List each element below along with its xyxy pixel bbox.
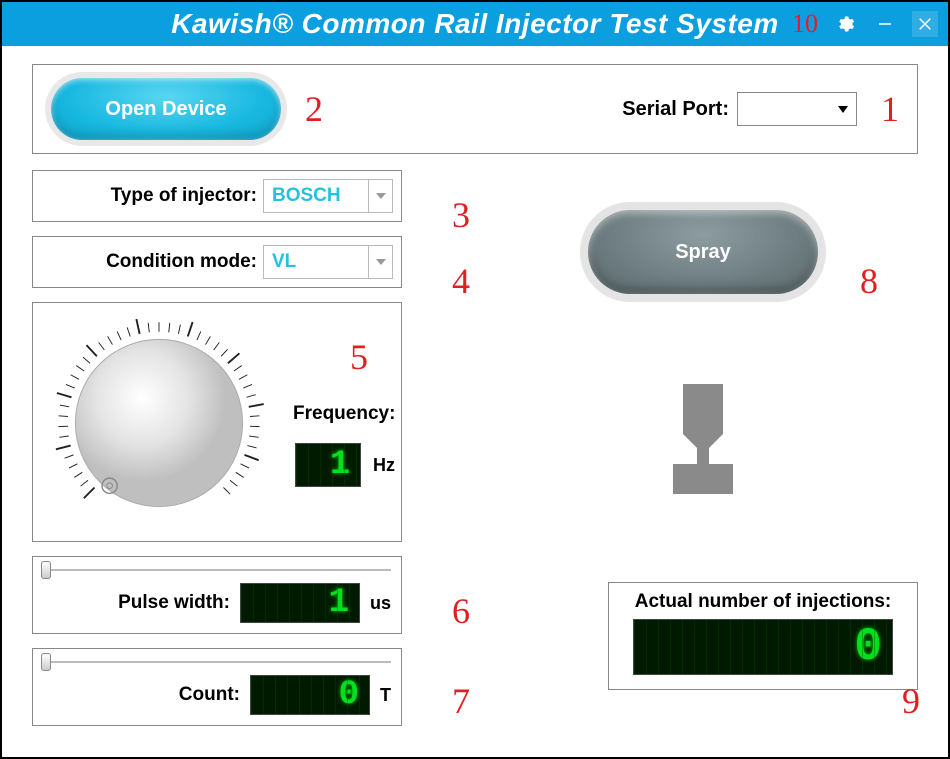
minimize-icon[interactable] xyxy=(872,11,898,37)
condition-mode-label: Condition mode: xyxy=(47,251,257,273)
annotation-6: 6 xyxy=(452,590,470,632)
injector-icon xyxy=(661,384,745,494)
chevron-down-icon xyxy=(368,180,392,212)
annotation-5: 5 xyxy=(350,336,368,378)
count-display: 0 xyxy=(250,675,370,715)
pulse-width-label: Pulse width: xyxy=(118,592,230,614)
annotation-9: 9 xyxy=(902,680,920,722)
spray-label: Spray xyxy=(675,241,731,264)
chevron-down-icon xyxy=(368,246,392,278)
actual-injections-display: 0 xyxy=(633,619,893,675)
frequency-display: 1 xyxy=(295,443,361,487)
serial-port-label: Serial Port: xyxy=(622,98,729,121)
app-title: Kawish® Common Rail Injector Test System xyxy=(171,8,779,40)
pulse-width-panel: Pulse width: 1 us xyxy=(32,556,402,634)
spray-button[interactable]: Spray xyxy=(588,210,818,294)
open-device-button[interactable]: Open Device xyxy=(51,78,281,140)
open-device-label: Open Device xyxy=(105,98,226,121)
annotation-4: 4 xyxy=(452,260,470,302)
injector-type-label: Type of injector: xyxy=(47,185,257,207)
title-bar: Kawish® Common Rail Injector Test System… xyxy=(2,2,948,46)
annotation-7: 7 xyxy=(452,680,470,722)
close-icon[interactable] xyxy=(912,11,938,37)
pulse-width-slider[interactable] xyxy=(43,563,391,577)
pulse-width-unit: us xyxy=(370,593,391,614)
annotation-8: 8 xyxy=(860,260,878,302)
count-panel: Count: 0 T xyxy=(32,648,402,726)
annotation-10: 10 xyxy=(792,9,818,39)
count-slider[interactable] xyxy=(43,655,391,669)
injector-type-panel: Type of injector: BOSCH xyxy=(32,170,402,222)
annotation-2: 2 xyxy=(305,88,323,130)
annotation-3: 3 xyxy=(452,194,470,236)
frequency-label: Frequency: xyxy=(293,403,395,425)
serial-port-select[interactable] xyxy=(737,92,857,126)
frequency-unit: Hz xyxy=(373,455,395,476)
condition-mode-select[interactable]: VL xyxy=(263,245,393,279)
frequency-knob[interactable] xyxy=(45,309,273,537)
count-label: Count: xyxy=(179,684,240,706)
actual-injections-panel: Actual number of injections: 0 xyxy=(608,582,918,690)
injector-type-value: BOSCH xyxy=(272,185,341,207)
top-panel: Open Device 2 Serial Port: 1 xyxy=(32,64,918,154)
actual-injections-label: Actual number of injections: xyxy=(619,591,907,613)
condition-mode-value: VL xyxy=(272,251,296,273)
condition-mode-panel: Condition mode: VL xyxy=(32,236,402,288)
settings-icon[interactable] xyxy=(832,11,858,37)
frequency-panel: Frequency: 1 Hz xyxy=(32,302,402,542)
count-unit: T xyxy=(380,685,391,706)
annotation-1: 1 xyxy=(881,88,899,130)
pulse-width-display: 1 xyxy=(240,583,360,623)
injector-type-select[interactable]: BOSCH xyxy=(263,179,393,213)
